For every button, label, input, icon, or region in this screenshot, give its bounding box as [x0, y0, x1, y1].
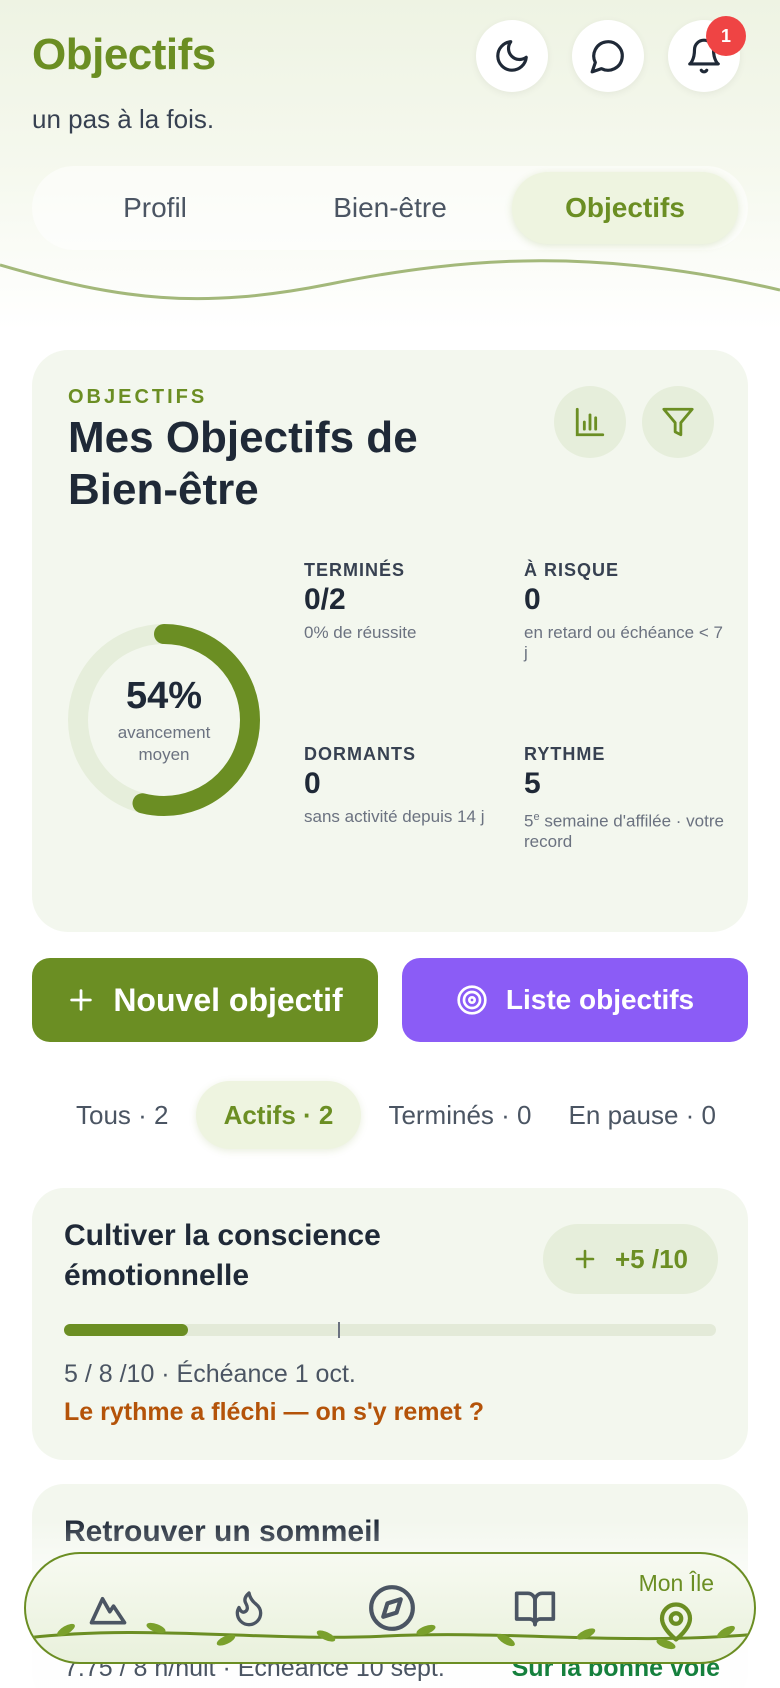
filter-all[interactable]: Tous · 2	[66, 1081, 179, 1149]
stat-rhythm-value: 5	[524, 767, 541, 800]
target-icon	[457, 985, 487, 1015]
rhythm-desc-text: semaine d'affilée · votre record	[524, 811, 724, 851]
goal-card[interactable]: Cultiver la conscience émotionnelle +5 /…	[32, 1188, 748, 1460]
card-eyebrow: OBJECTIFS	[68, 386, 208, 408]
bottom-nav: Mon Île	[24, 1552, 756, 1664]
notification-badge: 1	[706, 16, 746, 56]
plus-icon	[575, 1249, 595, 1269]
stat-dormant-value: 0	[304, 767, 321, 800]
bar-chart-icon	[575, 407, 605, 437]
page-subtitle: un pas à la fois.	[32, 104, 215, 134]
stat-risk-value: 0	[524, 583, 541, 616]
stats-button[interactable]	[554, 386, 626, 458]
stat-dormant: DORMANTS 0 sans activité depuis 14 j	[304, 744, 504, 827]
stat-done-value: 0/2	[304, 583, 346, 616]
filter-icon	[662, 407, 694, 437]
goal-increment-button[interactable]: +5 /10	[542, 1224, 718, 1294]
stat-risk: À RISQUE 0 en retard ou échéance < 7 j	[524, 560, 724, 663]
chat-button[interactable]	[572, 20, 644, 92]
new-goal-button[interactable]: Nouvel objectif	[32, 958, 378, 1042]
chat-bubble-icon	[590, 40, 624, 74]
goal-filters: Tous · 2 Actifs · 2 Terminés · 0 En paus…	[66, 1080, 726, 1150]
vine-decoration	[26, 1622, 754, 1650]
moon-icon	[496, 40, 528, 72]
card-actions	[554, 386, 714, 458]
dark-mode-button[interactable]	[476, 20, 548, 92]
stat-done: TERMINÉS 0/2 0% de réussite	[304, 560, 504, 643]
stat-done-desc: 0% de réussite	[304, 623, 417, 642]
stat-risk-desc: en retard ou échéance < 7 j	[524, 623, 723, 662]
filter-button[interactable]	[642, 386, 714, 458]
filter-paused[interactable]: En pause · 0	[559, 1081, 726, 1149]
filter-active[interactable]: Actifs · 2	[195, 1081, 362, 1149]
goal-meta: 5 / 8 /10 · Échéance 1 oct.	[64, 1360, 356, 1388]
tab-profil[interactable]: Profil	[42, 172, 268, 244]
plus-icon	[70, 989, 93, 1011]
header-wave	[0, 259, 780, 301]
stat-dormant-desc: sans activité depuis 14 j	[304, 807, 485, 826]
goal-progress-fill	[64, 1324, 188, 1336]
stat-dormant-label: DORMANTS	[304, 744, 416, 764]
goal-target-marker	[337, 1322, 340, 1338]
progress-percent: 54%	[125, 674, 203, 717]
goal-list-button[interactable]: Liste objectifs	[402, 958, 748, 1042]
goal-increment-label: +5 /10	[614, 1243, 688, 1274]
tab-objectifs[interactable]: Objectifs	[512, 172, 738, 244]
goal-list-label: Liste objectifs	[505, 984, 695, 1015]
stat-rhythm-label: RYTHME	[524, 744, 606, 764]
card-title: Mes Objectifs de Bien-être	[68, 413, 418, 514]
stat-risk-label: À RISQUE	[524, 560, 620, 580]
section-tabs: Profil Bien-être Objectifs	[32, 166, 748, 250]
page-title: Objectifs	[32, 30, 216, 79]
progress-ring-label: 54% avancement moyen	[66, 622, 262, 818]
goals-summary-card: OBJECTIFS Mes Objectifs de Bien-être 54%…	[32, 350, 748, 932]
goal-title: Cultiver la conscience émotionnelle	[64, 1219, 381, 1292]
filter-done[interactable]: Terminés · 0	[378, 1081, 541, 1149]
goal-progress-bar	[64, 1322, 716, 1338]
stat-rhythm-desc: 5e semaine d'affilée · votre record	[524, 807, 724, 852]
notifications-button[interactable]: 1	[668, 16, 746, 92]
new-goal-label: Nouvel objectif	[113, 981, 343, 1018]
progress-ring: 54% avancement moyen	[66, 622, 262, 818]
tab-bien-etre[interactable]: Bien-être	[277, 172, 503, 244]
goal-warning: Le rythme a fléchi — on s'y remet ?	[64, 1398, 484, 1426]
header-actions: 1	[476, 16, 746, 92]
progress-caption: avancement moyen	[117, 722, 211, 764]
stat-rhythm: RYTHME 5 5e semaine d'affilée · votre re…	[524, 744, 724, 852]
stat-done-label: TERMINÉS	[304, 560, 406, 580]
